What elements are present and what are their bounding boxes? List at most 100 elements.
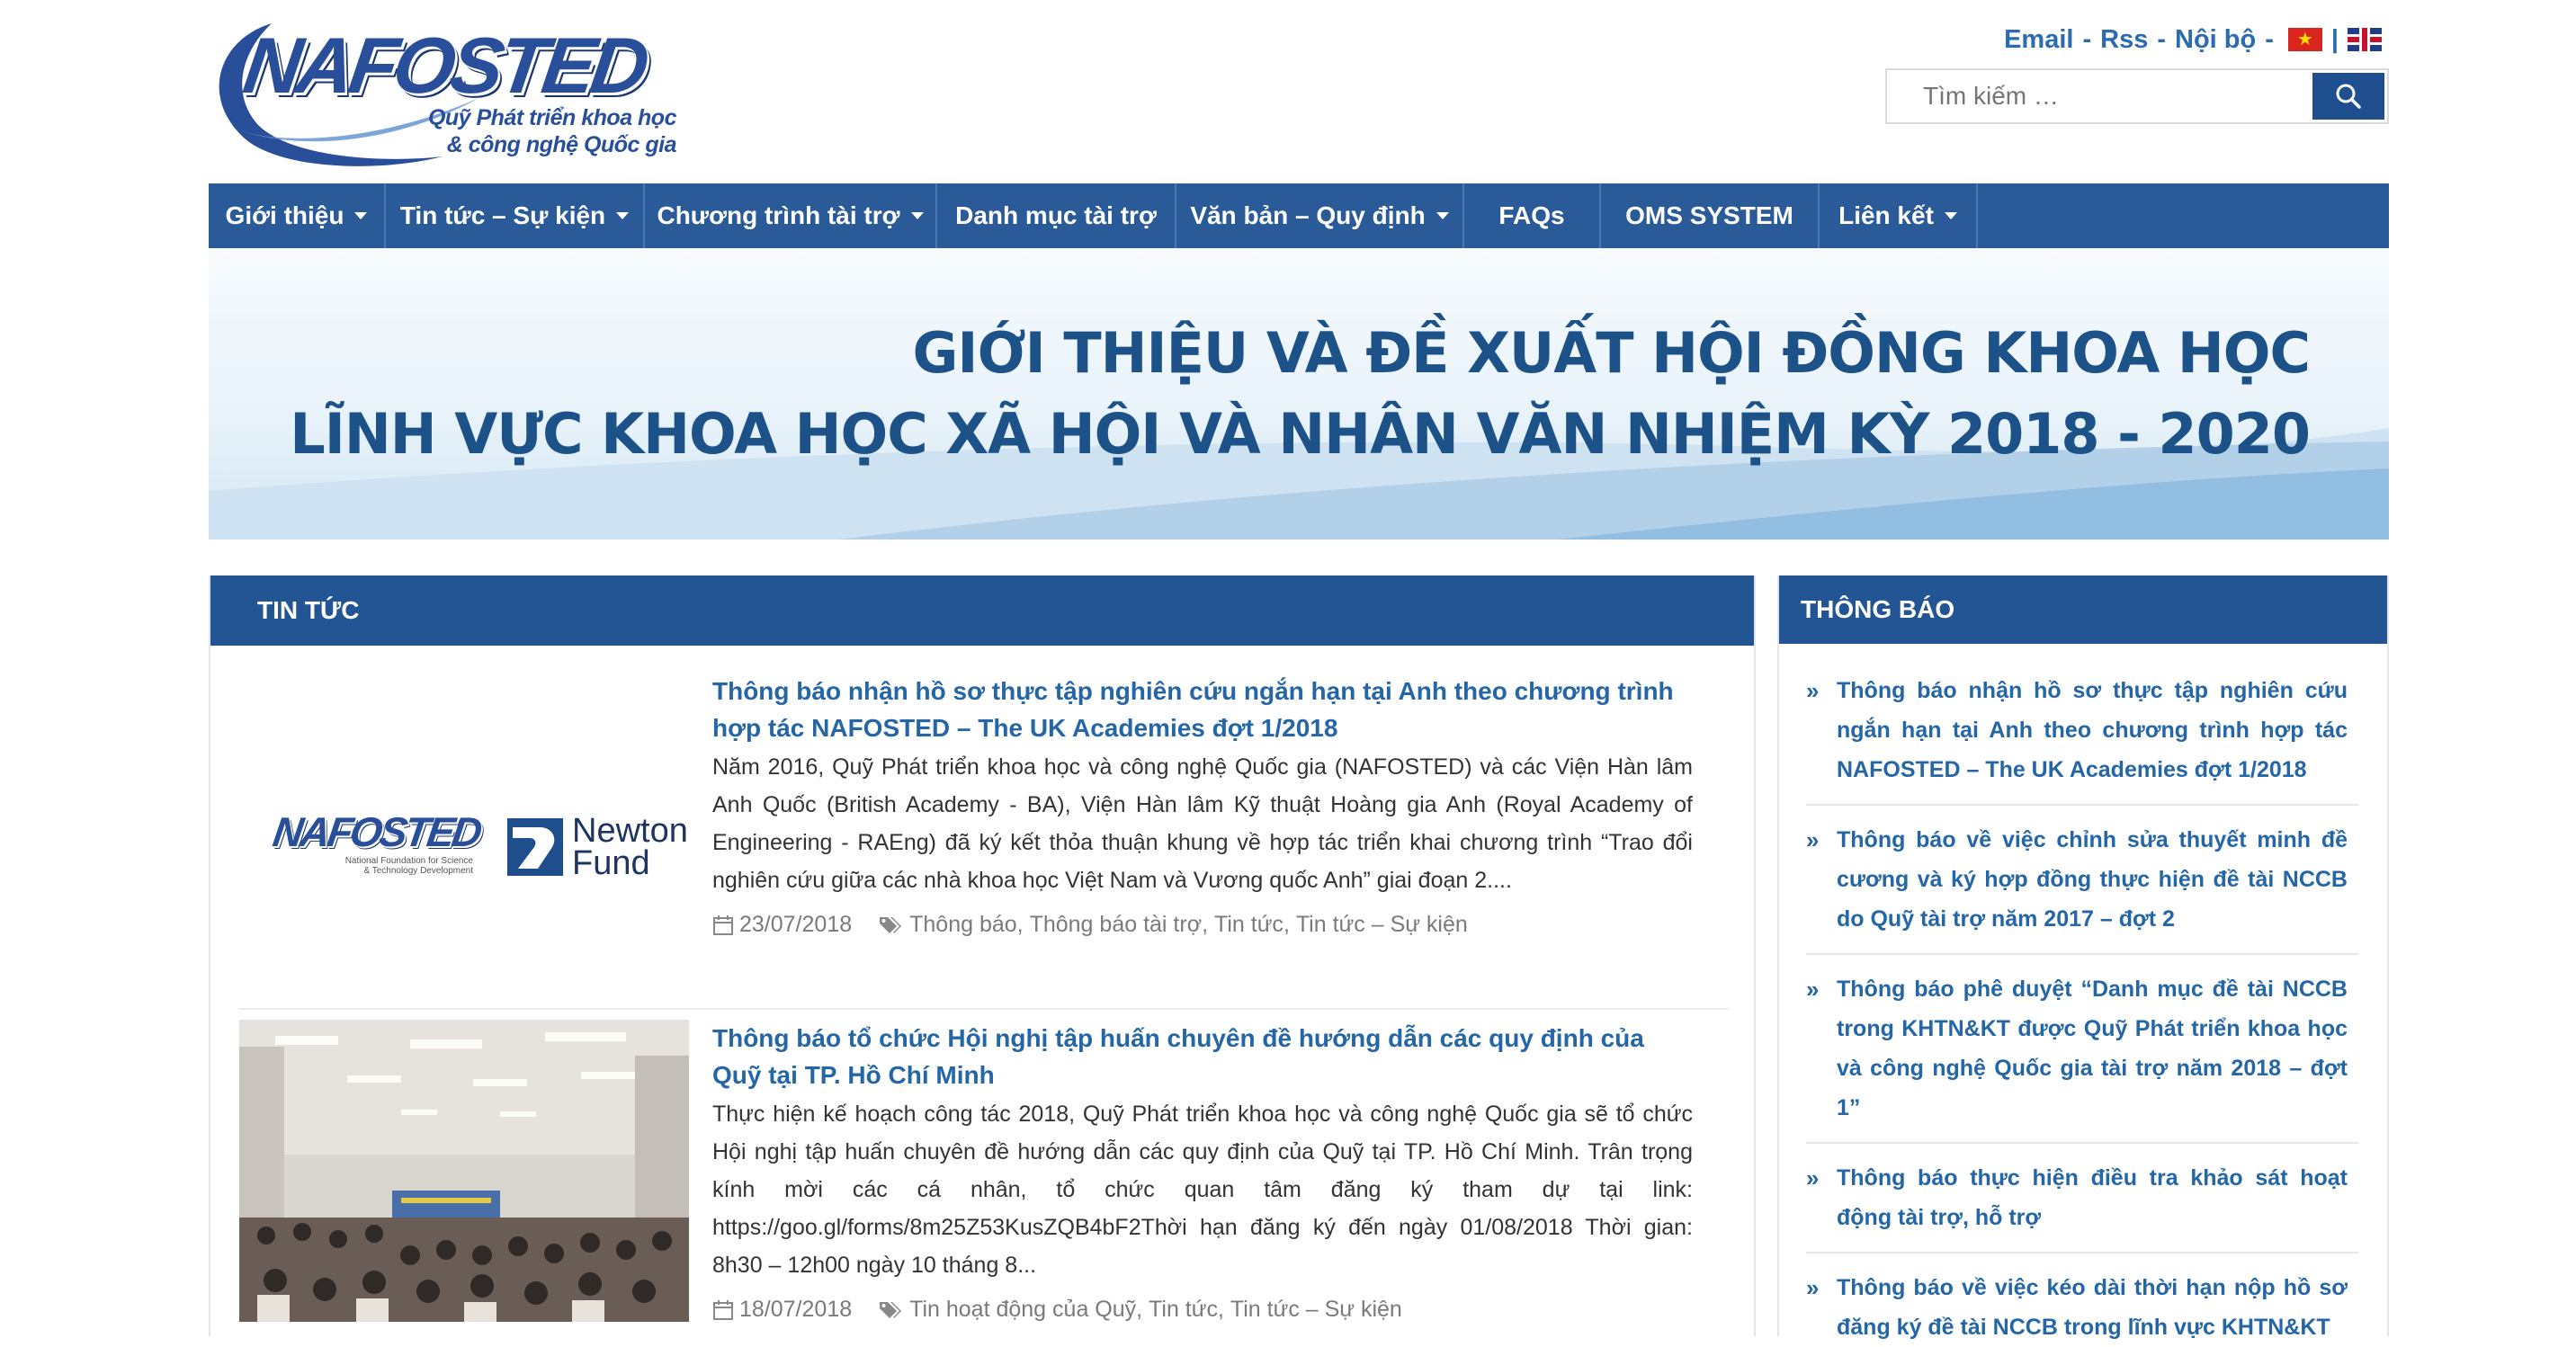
vietnamese-flag-icon[interactable]: ★ (2287, 28, 2322, 51)
category-link[interactable]: Tin tức (1149, 1297, 1218, 1323)
nav-item-van-ban[interactable]: Văn bản – Quy định (1176, 183, 1464, 248)
language-separator: | (2330, 24, 2339, 54)
logo-tagline: Quỹ Phát triển khoa học & công nghệ Quốc… (427, 104, 677, 158)
notice-item[interactable]: » Thông báo nhận hồ sơ thực tập nghiên c… (1806, 671, 2358, 806)
category-separator: , (1136, 1297, 1149, 1322)
banner-title-line-1: GIỚI THIỆU VÀ ĐỀ XUẤT HỘI ĐỒNG KHOA HỌC (912, 320, 2311, 386)
thumb-newton-fund: Newton Fund (507, 814, 688, 882)
dropdown-caret-icon (616, 212, 630, 219)
top-links: Email - Rss - Nội bộ - ★ | (2004, 23, 2387, 56)
nav-item-label: Tin tức – Sự kiện (399, 201, 606, 229)
double-chevron-icon: » (1806, 1164, 1820, 1191)
nav-item-faqs[interactable]: FAQs (1464, 183, 1601, 248)
newton-fund-text: Newton Fund (572, 814, 688, 882)
top-link-separator: - (2157, 24, 2166, 54)
nav-item-label: OMS SYSTEM (1625, 201, 1793, 229)
logo-tagline-line-1: Quỹ Phát triển khoa học (427, 105, 677, 130)
news-panel: TIN TỨC NAFOSTED National Foundation for… (209, 575, 1756, 1336)
news-panel-header: TIN TỨC (210, 575, 1754, 646)
nafosted-newton-logo: NAFOSTED National Foundation for Science… (270, 807, 687, 888)
search-box (1885, 68, 2389, 124)
double-chevron-icon: » (1806, 1274, 1820, 1301)
news-title-link[interactable]: Thông báo nhận hồ sơ thực tập nghiên cứu… (712, 673, 1693, 746)
search-button[interactable] (2312, 73, 2384, 120)
tags-icon (879, 1300, 904, 1320)
notice-list: » Thông báo nhận hồ sơ thực tập nghiên c… (1806, 671, 2358, 1347)
dropdown-caret-icon (1436, 212, 1449, 219)
nav-item-label: Chương trình tài trợ (657, 201, 900, 229)
category-link[interactable]: Thông báo tài trợ (1030, 912, 1203, 938)
nafosted-logo[interactable]: NAFOSTED Quỹ Phát triển khoa học & công … (209, 13, 685, 170)
banner-wave-graphic (209, 428, 2389, 540)
news-title-link[interactable]: Thông báo tổ chức Hội nghị tập huấn chuy… (712, 1020, 1693, 1093)
newton-fund-line-2: Fund (572, 844, 650, 882)
notice-panel-header: THÔNG BÁO (1779, 575, 2387, 644)
nav-item-oms-system[interactable]: OMS SYSTEM (1601, 183, 1820, 248)
news-date: 23/07/2018 (739, 912, 853, 937)
news-photo-conference[interactable] (239, 1020, 689, 1322)
main-navigation: Giới thiệu Tin tức – Sự kiện Chương trìn… (209, 183, 2389, 248)
rss-link[interactable]: Rss (2100, 25, 2148, 55)
dropdown-caret-icon (354, 212, 368, 219)
category-link[interactable]: Thông báo (909, 912, 1017, 938)
nav-item-lien-ket[interactable]: Liên kết (1820, 183, 1978, 248)
notice-item-label: Thông báo phê duyệt “Danh mục đề tài NCC… (1837, 977, 2348, 1120)
banner-title-line-2: LĨNH VỰC KHOA HỌC XÃ HỘI VÀ NHÂN VĂN NHI… (290, 401, 2311, 467)
category-link[interactable]: Tin tức (1214, 912, 1284, 938)
news-body: Thông báo tổ chức Hội nghị tập huấn chuy… (712, 1020, 1693, 1323)
thumb-nafosted-subtitle: National Foundation for Science & Techno… (344, 856, 473, 876)
category-link[interactable]: Tin tức – Sự kiện (1296, 912, 1468, 938)
double-chevron-icon: » (1806, 826, 1820, 853)
tags-icon (879, 915, 904, 935)
news-divider (239, 1008, 1729, 1010)
news-body: Thông báo nhận hồ sơ thực tập nghiên cứu… (712, 673, 1693, 938)
calendar-icon (712, 914, 734, 936)
news-thumbnail[interactable]: NAFOSTED National Foundation for Science… (239, 673, 689, 942)
category-link[interactable]: Tin hoạt động của Quỹ (909, 1297, 1136, 1323)
news-meta: 18/07/2018 Tin hoạt động của Quỹ, Tin tứ… (712, 1297, 1693, 1323)
top-link-separator: - (2082, 24, 2092, 54)
nav-item-label: Giới thiệu (225, 201, 344, 229)
notice-item[interactable]: » Thông báo phê duyệt “Danh mục đề tài N… (1806, 955, 2358, 1144)
category-separator: , (1283, 912, 1296, 937)
notice-item[interactable]: » Thông báo về việc kéo dài thời hạn nộp… (1806, 1253, 2358, 1347)
nav-item-label: Liên kết (1838, 201, 1934, 229)
internal-link[interactable]: Nội bộ (2175, 25, 2256, 55)
logo-tagline-line-2: & công nghệ Quốc gia (446, 132, 677, 157)
nav-item-label: Danh mục tài trợ (955, 201, 1157, 229)
nav-item-tin-tuc[interactable]: Tin tức – Sự kiện (386, 183, 645, 248)
category-link[interactable]: Tin tức – Sự kiện (1230, 1297, 1402, 1323)
double-chevron-icon: » (1806, 677, 1820, 704)
nav-item-gioi-thieu[interactable]: Giới thiệu (209, 183, 386, 248)
notice-item-label: Thông báo về việc chỉnh sửa thuyết minh … (1837, 827, 2348, 932)
news-excerpt: Thực hiện kế hoạch công tác 2018, Quỹ Ph… (712, 1102, 1693, 1278)
news-categories: Tin hoạt động của Quỹ, Tin tức, Tin tức … (879, 1297, 1402, 1323)
notice-item-label: Thông báo thực hiện điều tra khảo sát ho… (1837, 1165, 2348, 1230)
nav-item-danh-muc[interactable]: Danh mục tài trợ (937, 183, 1176, 248)
news-item: NAFOSTED National Foundation for Science… (239, 673, 1729, 942)
category-separator: , (1016, 912, 1030, 937)
news-panel-title: TIN TỨC (257, 596, 360, 624)
site-header: NAFOSTED Quỹ Phát triển khoa học & công … (0, 0, 2576, 180)
dropdown-caret-icon (910, 212, 924, 219)
notice-item-label: Thông báo về việc kéo dài thời hạn nộp h… (1837, 1275, 2348, 1340)
conference-photo-graphic (239, 1020, 689, 1322)
email-link[interactable]: Email (2004, 25, 2073, 55)
nav-item-label: FAQs (1498, 201, 1565, 229)
hero-banner[interactable]: GIỚI THIỆU VÀ ĐỀ XUẤT HỘI ĐỒNG KHOA HỌC … (209, 248, 2389, 540)
thumb-nafosted-wordmark: NAFOSTED (270, 808, 483, 855)
search-icon (2336, 84, 2361, 109)
notice-item-label: Thông báo nhận hồ sơ thực tập nghiên cứu… (1837, 678, 2348, 782)
notice-item[interactable]: » Thông báo thực hiện điều tra khảo sát … (1806, 1144, 2358, 1253)
top-link-separator: - (2265, 24, 2274, 54)
notice-panel: THÔNG BÁO » Thông báo nhận hồ sơ thực tậ… (1777, 575, 2389, 1340)
newton-fund-icon (507, 818, 563, 876)
notice-item[interactable]: » Thông báo về việc chỉnh sửa thuyết min… (1806, 806, 2358, 955)
nav-item-chuong-trinh[interactable]: Chương trình tài trợ (645, 183, 937, 248)
news-meta: 23/07/2018 Thông báo, Thông báo tài trợ,… (712, 912, 1693, 938)
nav-item-label: Văn bản – Quy định (1190, 201, 1426, 229)
news-item: Thông báo tổ chức Hội nghị tập huấn chuy… (239, 1020, 1729, 1325)
search-input[interactable] (1887, 70, 2312, 122)
dropdown-caret-icon (1944, 212, 1957, 219)
english-flag-icon[interactable] (2348, 28, 2382, 51)
